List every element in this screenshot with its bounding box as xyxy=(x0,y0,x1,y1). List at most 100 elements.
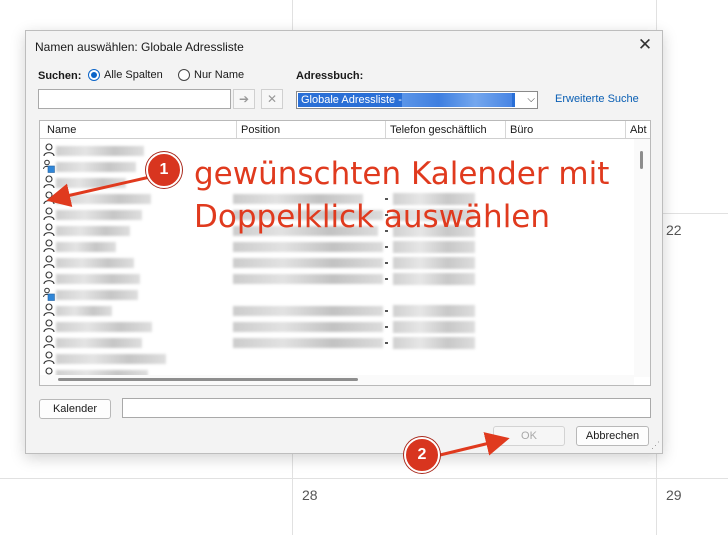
calendar-button[interactable]: Kalender xyxy=(39,399,111,419)
redacted-text xyxy=(402,93,512,107)
vertical-scroll-thumb[interactable] xyxy=(640,151,643,169)
cell-marker xyxy=(385,342,388,344)
column-divider[interactable] xyxy=(625,121,626,138)
redacted-phone xyxy=(393,241,475,253)
close-icon[interactable]: ✕ xyxy=(636,35,654,55)
annotation-line-2: Doppelklick auswählen xyxy=(194,199,551,235)
horizontal-scroll-thumb[interactable] xyxy=(58,378,358,381)
radio-unselected-icon xyxy=(178,69,190,81)
room-icon xyxy=(43,159,57,175)
person-icon xyxy=(43,255,57,271)
column-office[interactable]: Büro xyxy=(510,124,533,136)
redacted-name xyxy=(56,258,134,268)
annotation-line-1: gewünschten Kalender mit xyxy=(194,156,610,192)
calendar-day-22: 22 xyxy=(666,222,682,238)
search-input[interactable] xyxy=(38,89,231,109)
column-name[interactable]: Name xyxy=(47,124,76,136)
go-arrow-icon[interactable]: ➔ xyxy=(233,89,255,109)
cell-marker xyxy=(385,278,388,280)
redacted-position xyxy=(233,274,383,284)
search-label: Suchen: xyxy=(38,70,82,82)
list-header: Name Position Telefon geschäftlich Büro … xyxy=(40,121,650,139)
redacted-name xyxy=(56,146,144,156)
redacted-position xyxy=(233,322,383,332)
redacted-phone xyxy=(393,337,475,349)
radio-all-columns-label: Alle Spalten xyxy=(104,69,163,81)
calendar-gridline xyxy=(0,478,728,479)
person-icon xyxy=(43,303,57,319)
redacted-position xyxy=(233,258,383,268)
calendar-input[interactable] xyxy=(122,398,651,418)
column-phone[interactable]: Telefon geschäftlich xyxy=(390,124,487,136)
vertical-scrollbar[interactable] xyxy=(634,139,650,377)
table-row[interactable] xyxy=(43,351,633,367)
redacted-name xyxy=(56,290,138,300)
table-row[interactable] xyxy=(43,335,633,351)
person-icon xyxy=(43,143,57,159)
person-icon xyxy=(43,239,57,255)
table-row[interactable] xyxy=(43,271,633,287)
redacted-name xyxy=(56,306,112,316)
cancel-button[interactable]: Abbrechen xyxy=(576,426,649,446)
redacted-name xyxy=(56,242,116,252)
redacted-position xyxy=(233,242,383,252)
table-row[interactable] xyxy=(43,287,633,303)
redacted-name xyxy=(56,226,130,236)
clear-search-icon[interactable]: ✕ xyxy=(261,89,283,109)
dialog-title: Namen auswählen: Globale Adressliste xyxy=(35,40,244,54)
cell-marker xyxy=(385,246,388,248)
calendar-gridline xyxy=(656,213,728,214)
redacted-position xyxy=(233,306,383,316)
step-badge-1: 1 xyxy=(146,152,182,188)
annotation-text: gewünschten Kalender mit Doppelklick aus… xyxy=(194,153,609,239)
cell-marker xyxy=(385,310,388,312)
step-badge-2: 2 xyxy=(404,437,440,473)
addressbook-label: Adressbuch: xyxy=(296,70,364,82)
column-divider[interactable] xyxy=(385,121,386,138)
column-divider[interactable] xyxy=(236,121,237,138)
person-icon xyxy=(43,351,57,367)
room-icon xyxy=(43,287,57,303)
table-row[interactable] xyxy=(43,303,633,319)
horizontal-scrollbar[interactable] xyxy=(40,375,634,385)
person-icon xyxy=(43,223,57,239)
radio-name-only[interactable]: Nur Name xyxy=(178,69,244,81)
resize-grip-icon[interactable]: ⋰ xyxy=(651,440,660,451)
redacted-phone xyxy=(393,257,475,269)
radio-all-columns[interactable]: Alle Spalten xyxy=(88,69,163,81)
redacted-phone xyxy=(393,321,475,333)
redacted-name xyxy=(56,194,151,204)
person-icon xyxy=(43,175,57,191)
column-department[interactable]: Abt xyxy=(630,124,647,136)
addressbook-dropdown[interactable]: Globale Adressliste - ⌵ xyxy=(296,91,538,109)
table-row[interactable] xyxy=(43,239,633,255)
redacted-name xyxy=(56,354,166,364)
redacted-name xyxy=(56,274,140,284)
calendar-day-28: 28 xyxy=(302,487,318,503)
redacted-name xyxy=(56,178,126,188)
chevron-down-icon: ⌵ xyxy=(527,94,535,105)
redacted-name xyxy=(56,162,136,172)
radio-selected-icon xyxy=(88,69,100,81)
redacted-phone xyxy=(393,305,475,317)
person-icon xyxy=(43,335,57,351)
redacted-phone xyxy=(393,273,475,285)
radio-name-only-label: Nur Name xyxy=(194,69,245,81)
ok-button[interactable]: OK xyxy=(493,426,565,446)
advanced-search-link[interactable]: Erweiterte Suche xyxy=(555,93,639,105)
person-icon xyxy=(43,271,57,287)
column-position[interactable]: Position xyxy=(241,124,280,136)
cell-marker xyxy=(385,262,388,264)
table-row[interactable] xyxy=(43,319,633,335)
redacted-name xyxy=(56,322,152,332)
column-divider[interactable] xyxy=(505,121,506,138)
select-names-dialog: Namen auswählen: Globale Adressliste ✕ S… xyxy=(25,30,663,454)
person-icon xyxy=(43,191,57,207)
redacted-name xyxy=(56,210,142,220)
person-icon xyxy=(43,319,57,335)
table-row[interactable] xyxy=(43,255,633,271)
redacted-position xyxy=(233,338,383,348)
calendar-day-29: 29 xyxy=(666,487,682,503)
redacted-name xyxy=(56,338,142,348)
cell-marker xyxy=(385,326,388,328)
